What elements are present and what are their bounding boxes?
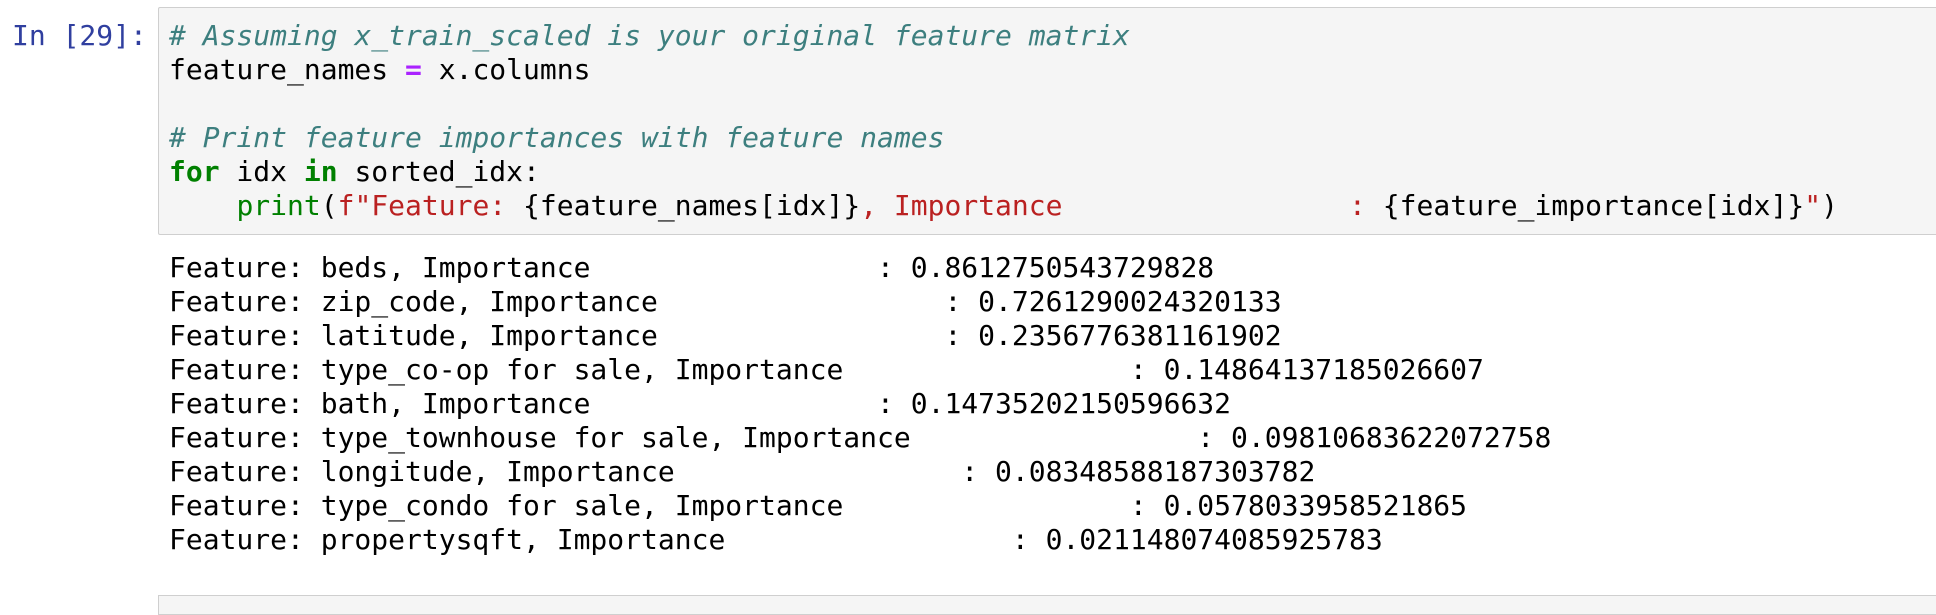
output-line: Feature: type_co-op for sale, Importance…	[169, 353, 1484, 386]
code-token: {feature_importance[idx]}	[1382, 189, 1805, 222]
code-string: "	[1804, 189, 1822, 222]
next-cell-input[interactable]	[158, 595, 1936, 615]
code-token: sorted_idx:	[337, 155, 540, 188]
code-builtin: print	[236, 189, 321, 222]
code-keyword: in	[303, 155, 338, 188]
output-line: Feature: beds, Importance : 0.8612750543…	[169, 251, 1215, 284]
code-string: , Importance :	[860, 189, 1383, 222]
output-line: Feature: longitude, Importance : 0.08348…	[169, 455, 1316, 488]
code-token: idx	[219, 155, 304, 188]
code-keyword: for	[169, 155, 220, 188]
code-token: {feature_names[idx]}	[523, 189, 861, 222]
code-token: (	[320, 189, 338, 222]
output-line: Feature: bath, Importance : 0.1473520215…	[169, 387, 1232, 420]
code-comment-line: # Print feature importances with feature…	[169, 121, 945, 154]
code-editor[interactable]: # Assuming x_train_scaled is your origin…	[169, 19, 1838, 223]
cell-prompt: In [29]:	[12, 19, 147, 52]
code-token: feature_names	[169, 53, 406, 86]
output-line: Feature: zip_code, Importance : 0.726129…	[169, 285, 1282, 318]
code-comment-line: # Assuming x_train_scaled is your origin…	[169, 19, 1130, 52]
output-line: Feature: type_townhouse for sale, Import…	[169, 421, 1552, 454]
code-token: x.columns	[421, 53, 591, 86]
cell-output: Feature: beds, Importance : 0.8612750543…	[169, 251, 1551, 557]
output-line: Feature: propertysqft, Importance : 0.02…	[169, 523, 1383, 556]
code-token: )	[1821, 189, 1838, 222]
code-string: f"Feature:	[337, 189, 524, 222]
code-operator: =	[405, 53, 422, 86]
output-line: Feature: type_condo for sale, Importance…	[169, 489, 1468, 522]
output-line: Feature: latitude, Importance : 0.235677…	[169, 319, 1282, 352]
